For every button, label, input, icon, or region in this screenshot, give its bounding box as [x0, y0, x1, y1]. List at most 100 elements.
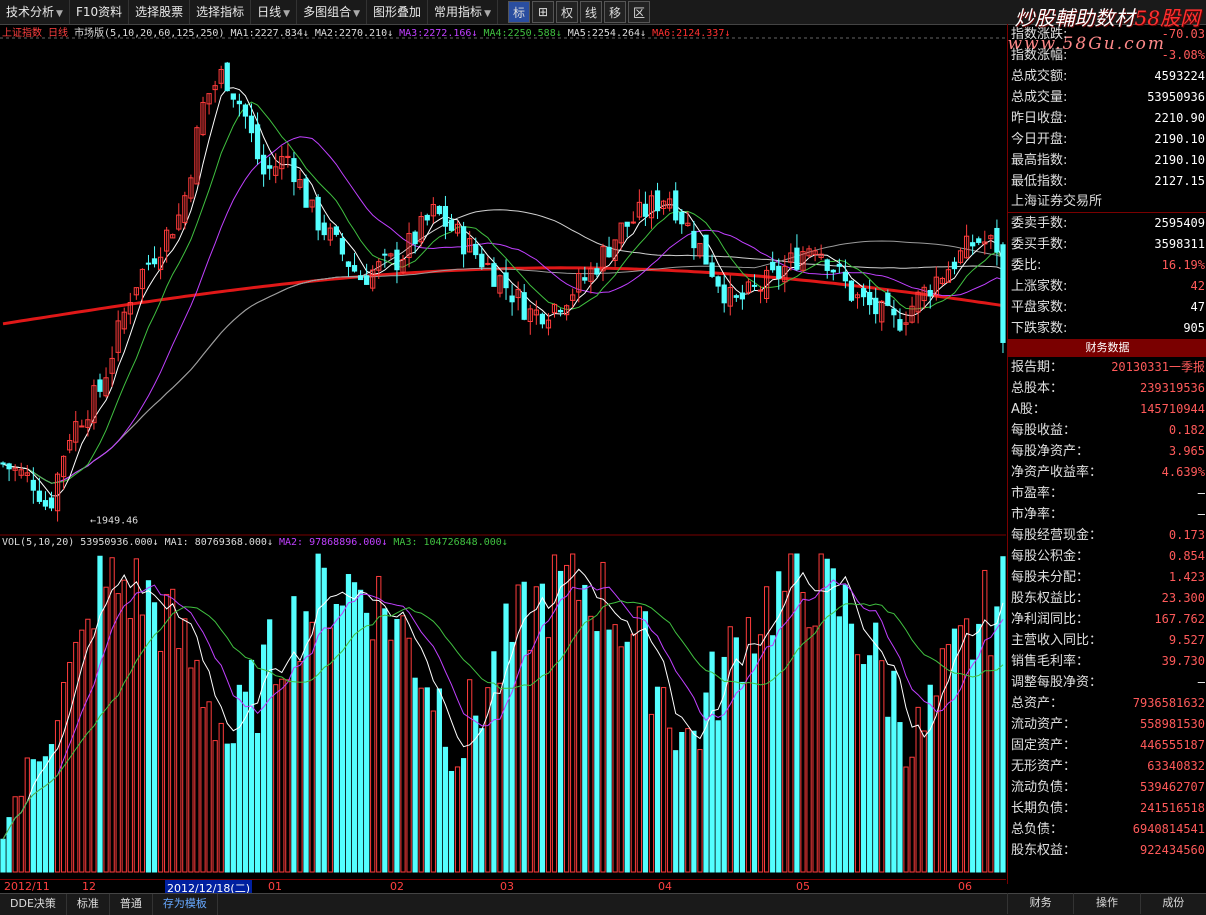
volume-bar	[103, 586, 109, 873]
volume-bar	[654, 686, 661, 873]
volume-bar	[309, 621, 315, 873]
financial-label: 总负债：	[1011, 822, 1064, 837]
menu-item-5[interactable]: 多图组合 ▼	[297, 0, 368, 24]
right-tab-0[interactable]: 财务	[1007, 893, 1073, 914]
volume-bar	[333, 603, 339, 873]
menu-item-3[interactable]: 选择指标	[190, 0, 252, 24]
vol-value: 53950936.000↓	[80, 537, 159, 548]
volume-bar	[915, 706, 921, 873]
volume-bar	[400, 615, 406, 873]
ma6-value: 2124.337↓	[676, 28, 731, 39]
order-section: 委卖手数: 2595409 委买手数: 3598311 委比: 16.19% 上涨家数: 42…	[1008, 213, 1206, 339]
financial-label: 总资产：	[1011, 696, 1064, 711]
bottom-tab-3[interactable]: 存为模板	[153, 894, 218, 915]
financial-row: 股东权益： 922434560	[1008, 840, 1206, 861]
financial-value: 558981530	[1139, 717, 1205, 731]
candle-body	[224, 62, 230, 92]
menu-item-label: 图形叠加	[373, 5, 422, 19]
candle-body	[1000, 244, 1006, 343]
financial-value: 6940814541	[1132, 822, 1205, 836]
tool-button-5[interactable]: 区	[627, 1, 650, 23]
menu-item-6[interactable]: 图形叠加	[367, 0, 429, 24]
volume-bar	[85, 618, 91, 873]
candle-body	[703, 234, 709, 265]
volume-bar	[988, 655, 994, 873]
right-tab-2[interactable]: 成份	[1139, 893, 1206, 914]
volume-bar	[200, 707, 206, 873]
right-tab-1[interactable]: 操作	[1073, 893, 1139, 914]
menu-item-2[interactable]: 选择股票	[129, 0, 191, 24]
candle-body	[503, 272, 509, 289]
tool-button-1[interactable]: ⊞	[531, 1, 554, 23]
volume-bar	[394, 618, 400, 873]
financial-value: 39.730	[1161, 654, 1205, 668]
financial-row: 报告期： 20130331一季报	[1008, 357, 1206, 378]
quote-value: 2127.15	[1154, 174, 1205, 188]
volume-bar	[836, 616, 842, 873]
vol-ma3: MA3: 104726848.000↓	[393, 537, 508, 548]
tool-button-2[interactable]: 权	[555, 1, 578, 23]
bottom-tab-1[interactable]: 标准	[67, 894, 110, 915]
volume-bar	[618, 646, 624, 873]
financial-row: 股东权益比： 23.300	[1008, 588, 1206, 609]
candle-body	[770, 261, 776, 271]
quote-label: 指数涨跌:	[1011, 27, 1068, 42]
volume-bar	[715, 720, 721, 873]
menu-item-7[interactable]: 常用指标 ▼	[428, 0, 498, 24]
volume-bar	[273, 684, 279, 873]
candle-body	[927, 289, 933, 297]
orders-row: 委比: 16.19%	[1008, 255, 1206, 276]
candle-body	[242, 104, 249, 117]
financial-row: 净利润同比： 167.762	[1008, 609, 1206, 630]
volume-bar	[685, 728, 691, 873]
candle-body	[776, 265, 782, 279]
financial-value: 446555187	[1139, 738, 1205, 752]
vol-ma2: MA2: 97868896.000↓	[279, 537, 388, 548]
menu-item-4[interactable]: 日线 ▼	[251, 0, 298, 24]
tool-button-3[interactable]: 线	[579, 1, 602, 23]
volume-bar	[691, 730, 697, 873]
volume-bar	[660, 687, 667, 873]
volume-bar	[939, 648, 945, 873]
ma1-label: MA1:	[230, 28, 255, 39]
tool-button-4[interactable]: 移	[603, 1, 626, 23]
volume-bar	[733, 637, 739, 873]
index-title: 上证指数	[2, 28, 42, 39]
volume-bar	[436, 688, 442, 873]
volume-bar	[151, 602, 158, 873]
kline-chart[interactable]: ←1949.46	[0, 24, 1006, 879]
volume-bar	[970, 659, 976, 873]
quote-value: 2210.90	[1154, 111, 1205, 125]
volume-bar	[642, 611, 649, 873]
candle-body	[485, 262, 491, 265]
candle-body	[448, 219, 455, 231]
candle-body	[624, 221, 630, 227]
menu-item-label: 常用指标	[434, 5, 483, 19]
quote-value: 4593224	[1154, 69, 1205, 83]
indicator-row: 上证指数 日线 市场版(5,10,20,60,125,250) MA1:2227…	[2, 24, 730, 40]
financial-label: 每股净资产：	[1011, 444, 1090, 459]
volume-bar	[297, 661, 303, 873]
candle-body	[757, 289, 764, 292]
quote-row: 最低指数: 2127.15	[1008, 171, 1206, 192]
volume-bar	[345, 574, 352, 873]
financial-value: 3.965	[1168, 444, 1205, 458]
candle-body	[582, 277, 588, 281]
financial-row: A股： 145710944	[1008, 399, 1206, 420]
candle-body	[357, 275, 364, 281]
volume-bar	[673, 750, 679, 873]
candle-body	[539, 313, 546, 325]
bottom-tab-0[interactable]: DDE决策	[0, 894, 67, 915]
volume-bar	[145, 580, 152, 873]
quote-label: 总成交额:	[1011, 69, 1068, 84]
candle-body	[733, 295, 739, 298]
tool-button-0[interactable]: 标	[507, 1, 530, 23]
menu-item-0[interactable]: 技术分析 ▼	[0, 0, 70, 24]
menu-item-1[interactable]: F10资料	[70, 0, 130, 24]
financial-row: 每股经营现金： 0.173	[1008, 525, 1206, 546]
bottom-tab-2[interactable]: 普通	[110, 894, 153, 915]
volume-bar	[351, 582, 358, 873]
volume-bar	[497, 682, 503, 873]
volume-bar	[460, 758, 467, 873]
volume-bar	[976, 623, 982, 873]
